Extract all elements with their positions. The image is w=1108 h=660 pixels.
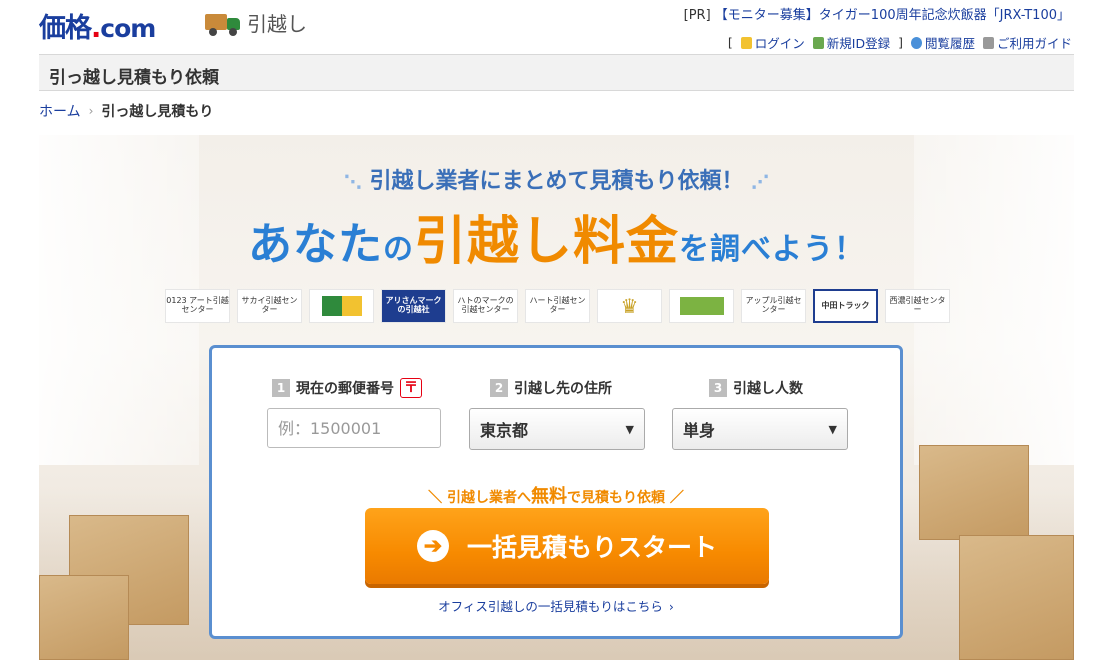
section-logo[interactable]: 引越し (205, 8, 307, 37)
note-text-b: で見積もり依頼 (567, 490, 665, 506)
headline: あなたの引越し料金を調べよう！ (39, 199, 1074, 274)
register-label: 新規ID登録 (826, 36, 891, 51)
destination-label: 2 引越し先の住所 (490, 378, 612, 398)
login-label: ログイン (754, 36, 805, 51)
hero-section: ⋱ 引越し業者にまとめて見積もり依頼！ ⋰ あなたの引越し料金を調べよう！ 01… (39, 135, 1074, 660)
sparkle-left: ⋱ (343, 172, 362, 193)
login-link[interactable]: ログイン (740, 33, 805, 52)
guide-link[interactable]: ご利用ガイド (982, 33, 1072, 52)
breadcrumb-current: 引っ越し見積もり (101, 104, 214, 120)
office-link-row: オフィス引越しの一括見積もりはこちら › (212, 596, 900, 615)
prefecture-select[interactable]: 東京都 ▼ (469, 408, 645, 450)
history-label: 閲覧履歴 (924, 36, 975, 51)
list-icon (982, 36, 994, 49)
step-number: 1 (272, 379, 290, 397)
note-text-a: 引越し業者へ (447, 490, 531, 506)
partner-logo: アップル引越センター (741, 289, 806, 323)
chevron-down-icon: ▼ (828, 422, 837, 436)
office-link-text: オフィス引越しの一括見積もりはこちら (438, 599, 663, 614)
site-header: 価格.com 引越し [PR] 【モニター募集】タイガー100周年記念炊飯器「J… (0, 0, 1108, 56)
user-add-icon (812, 36, 824, 49)
partner-logo: ♛ (597, 289, 662, 323)
partner-logo: 0123 アート引越センター (165, 289, 230, 323)
step-number: 2 (490, 379, 508, 397)
kakaku-logo[interactable]: 価格.com (39, 6, 156, 45)
history-link[interactable]: 閲覧履歴 (910, 33, 975, 52)
partner-logo: ハート引越センター (525, 289, 590, 323)
crown-icon: ♛ (620, 294, 639, 318)
people-label-text: 引越し人数 (733, 381, 803, 397)
green-logo-icon (679, 297, 724, 315)
logo-com: com (100, 14, 156, 43)
people-label: 3 引越し人数 (709, 378, 803, 398)
headline-emphasis: 引越し料金 (413, 212, 679, 272)
headline-no: の (382, 232, 414, 267)
register-link[interactable]: 新規ID登録 (812, 33, 891, 52)
breadcrumb-home[interactable]: ホーム (39, 101, 81, 121)
sparkle-right: ⋰ (751, 172, 770, 193)
logo-main: 価格 (39, 13, 92, 44)
estimate-form: 1 現在の郵便番号 〒 2 引越し先の住所 東京都 ▼ 3 引越し人数 単身 ▼… (209, 345, 903, 639)
office-estimate-link[interactable]: オフィス引越しの一括見積もりはこちら › (438, 599, 674, 614)
destination-label-text: 引越し先の住所 (514, 381, 612, 397)
zip-label-text: 現在の郵便番号 (296, 381, 394, 397)
key-icon (740, 36, 752, 49)
page-title: 引っ越し見積もり依頼 (49, 68, 219, 88)
chevron-right-icon: › (88, 104, 94, 118)
prefecture-value: 東京都 (480, 421, 529, 440)
pr-prefix: [PR] (683, 8, 711, 23)
zip-code-input[interactable] (267, 408, 441, 448)
start-estimate-button[interactable]: ➔ 一括見積もりスタート (365, 508, 769, 584)
logo-dot: . (91, 13, 101, 44)
partner-logo: アリさんマークの引越社 (381, 289, 446, 323)
section-name: 引越し (247, 12, 307, 36)
partner-logo: 西濃引越センター (885, 289, 950, 323)
arrow-right-icon: ➔ (416, 530, 449, 562)
partner-logo: 中田トラック (813, 289, 878, 323)
partner-logo (669, 289, 734, 323)
note-free: 無料 (531, 486, 567, 507)
bracket-close: ] (898, 35, 903, 50)
chevron-right-icon: › (668, 599, 674, 614)
start-estimate-label: 一括見積もりスタート (466, 534, 717, 562)
pr-link[interactable]: 【モニター募集】タイガー100周年記念炊飯器「JRX-T100」 (715, 8, 1070, 23)
catch-text: 引越し業者にまとめて見積もり依頼！ (369, 169, 744, 194)
zip-label: 1 現在の郵便番号 〒 (272, 378, 422, 398)
partner-logo (309, 289, 374, 323)
guide-label: ご利用ガイド (996, 36, 1072, 51)
truck-logo-icon (321, 296, 362, 316)
partner-logo: サカイ引越センター (237, 289, 302, 323)
cardboard-box (959, 535, 1074, 660)
cardboard-box (919, 445, 1029, 540)
step-number: 3 (709, 379, 727, 397)
user-links: [ ログイン 新規ID登録 ] 閲覧履歴 ご利用ガイド (728, 33, 1072, 52)
pr-banner: [PR] 【モニター募集】タイガー100周年記念炊飯器「JRX-T100」 (684, 4, 1070, 23)
cardboard-box (39, 575, 129, 660)
title-bar: 引っ越し見積もり依頼 (39, 54, 1074, 91)
breadcrumb: ホーム › 引っ越し見積もり (39, 101, 213, 121)
headline-part-c: を調べよう！ (679, 232, 865, 267)
people-value: 単身 (683, 421, 716, 440)
partner-logo: ハトのマークの引越センター (453, 289, 518, 323)
clock-icon (910, 36, 922, 49)
truck-icon (205, 10, 241, 36)
catch-copy: ⋱ 引越し業者にまとめて見積もり依頼！ ⋰ (39, 163, 1074, 195)
note-slash-left: ＼ (428, 490, 443, 506)
headline-part-a: あなた (247, 219, 383, 270)
people-select[interactable]: 単身 ▼ (672, 408, 848, 450)
free-note: ＼ 引越し業者へ無料で見積もり依頼 ／ (212, 482, 900, 508)
partner-logos: 0123 アート引越センター サカイ引越センター アリさんマークの引越社 ハトの… (165, 289, 950, 323)
chevron-down-icon: ▼ (625, 422, 634, 436)
note-slash-right: ／ (669, 490, 684, 506)
postal-mark-icon: 〒 (400, 378, 422, 398)
bracket-open: [ (727, 35, 733, 50)
